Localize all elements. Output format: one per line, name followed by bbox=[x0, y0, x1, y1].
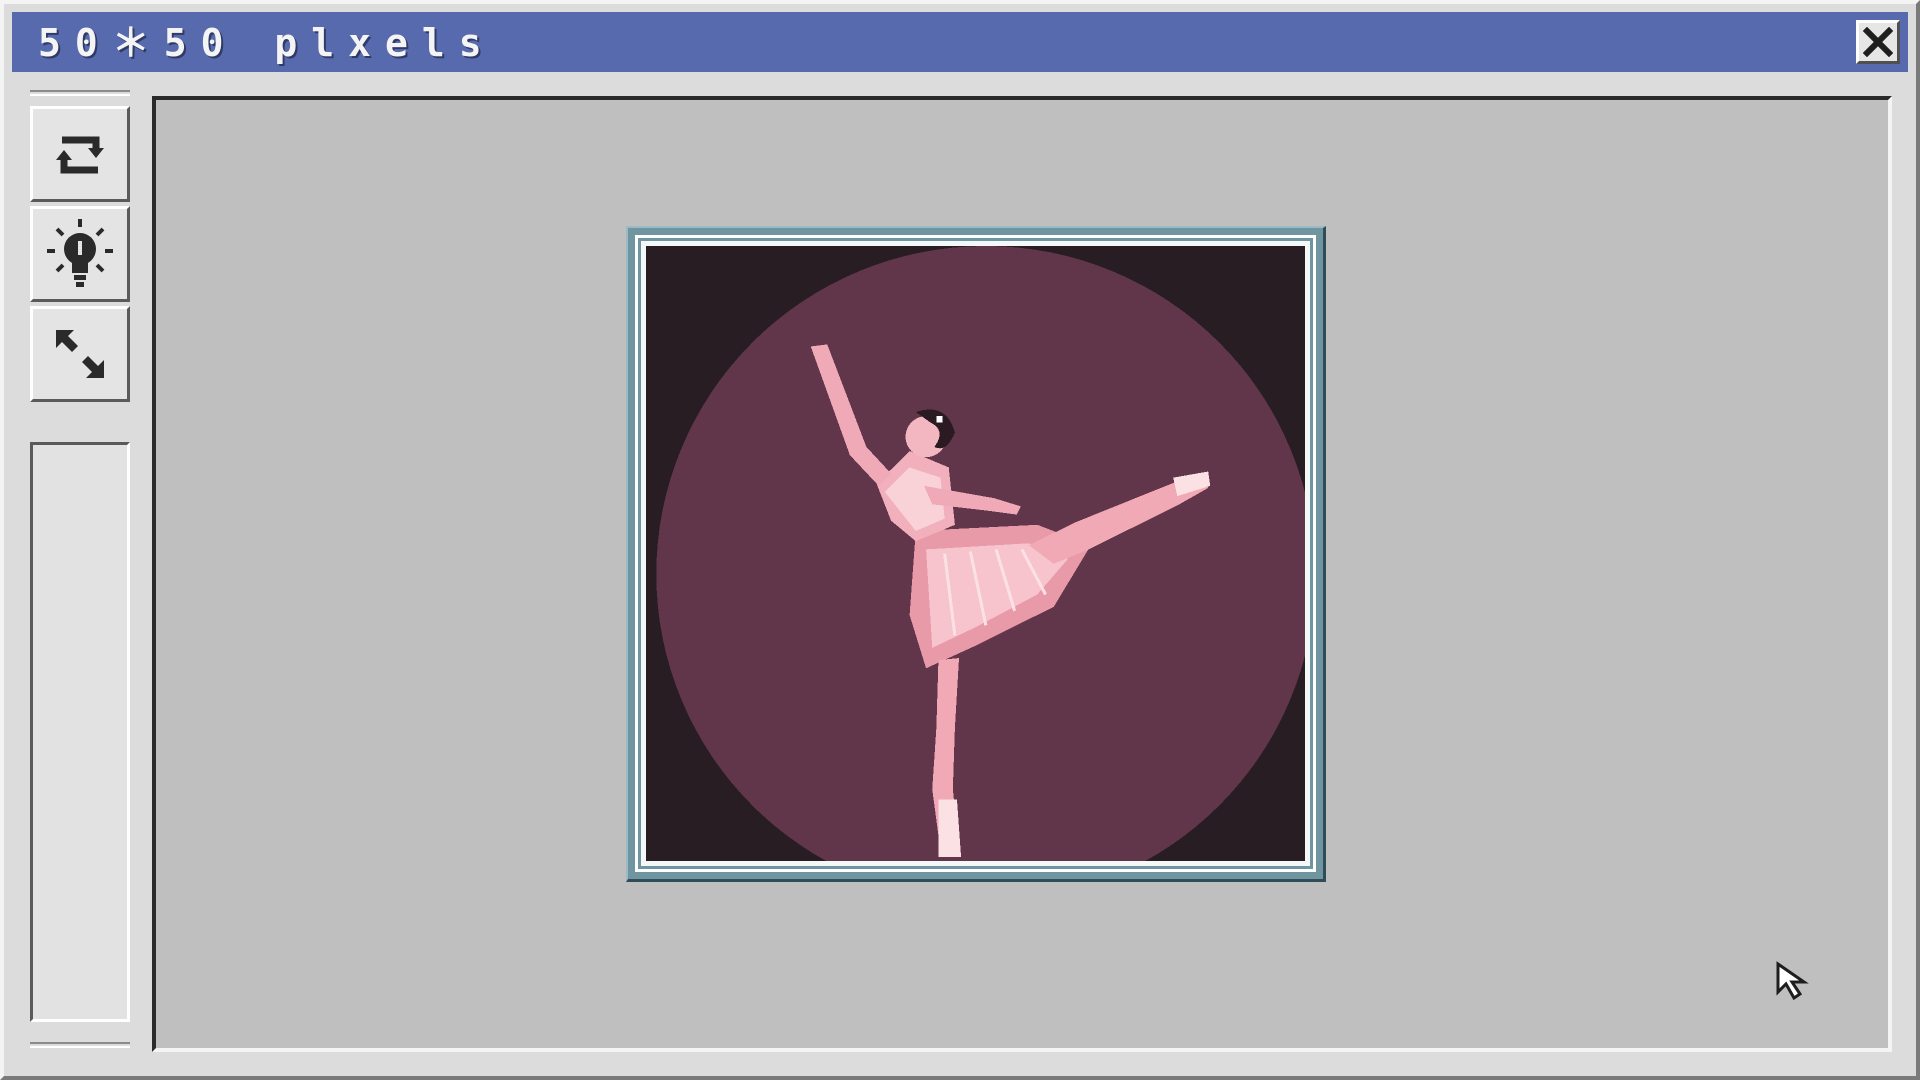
toolbar-empty-panel bbox=[30, 442, 130, 1022]
toolbar bbox=[30, 90, 134, 1050]
toolbar-separator-bottom bbox=[30, 1042, 130, 1048]
shrink-arrows-icon bbox=[56, 330, 104, 378]
lightbulb-hint-icon bbox=[47, 219, 113, 287]
shrink-button[interactable] bbox=[30, 306, 130, 402]
close-button[interactable] bbox=[1856, 20, 1900, 64]
toolbar-separator-top bbox=[30, 90, 130, 96]
mouse-cursor-icon bbox=[1776, 961, 1809, 1001]
close-icon bbox=[1863, 27, 1893, 57]
title-bar: 50＊50 plxels bbox=[12, 12, 1908, 72]
ballerina-artwork[interactable] bbox=[646, 246, 1305, 861]
ballerina-pixel-image bbox=[646, 246, 1305, 861]
hint-button[interactable] bbox=[30, 206, 130, 302]
puzzle-window: 50＊50 plxels bbox=[0, 0, 1920, 1080]
refresh-arrows-icon bbox=[56, 136, 104, 174]
refresh-button[interactable] bbox=[30, 106, 130, 202]
picture-frame bbox=[626, 226, 1326, 882]
canvas-area bbox=[152, 96, 1892, 1052]
picture-mat bbox=[635, 235, 1316, 872]
window-title: 50＊50 plxels bbox=[38, 21, 496, 65]
